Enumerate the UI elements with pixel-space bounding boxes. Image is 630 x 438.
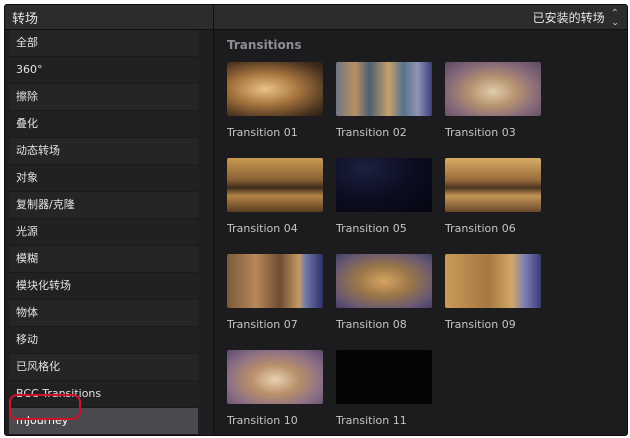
sidebar-item-replicator[interactable]: 复制器/克隆 bbox=[9, 192, 198, 219]
sidebar-item-all[interactable]: 全部 bbox=[9, 30, 198, 57]
up-down-chevron-icon[interactable]: ⌃ ⌃ bbox=[611, 9, 619, 27]
transition-label-11: Transition 11 bbox=[336, 414, 407, 427]
transition-label-04: Transition 04 bbox=[227, 222, 298, 235]
transition-thumb-11[interactable] bbox=[336, 350, 432, 404]
transition-thumb-04[interactable] bbox=[227, 158, 323, 212]
sidebar-header: 转场 bbox=[5, 5, 214, 29]
highlight-annotation bbox=[9, 394, 81, 420]
transition-label-07: Transition 07 bbox=[227, 318, 298, 331]
transition-label-02: Transition 02 bbox=[336, 126, 407, 139]
transition-thumb-01[interactable] bbox=[227, 62, 323, 116]
filter-popup[interactable]: 已安装的转场 ⌃ ⌃ bbox=[214, 5, 627, 29]
transition-label-09: Transition 09 bbox=[445, 318, 516, 331]
sidebar-item-movements[interactable]: 移动 bbox=[9, 327, 198, 354]
transition-thumb-08[interactable] bbox=[336, 254, 432, 308]
sidebar-item-dissolve[interactable]: 叠化 bbox=[9, 111, 198, 138]
transition-thumb-10[interactable] bbox=[227, 350, 323, 404]
transitions-browser: 转场 已安装的转场 ⌃ ⌃ 全部 360° 擦除 叠化 动态转场 对象 复制器/克… bbox=[4, 4, 628, 436]
transition-label-06: Transition 06 bbox=[445, 222, 516, 235]
sidebar-item-lights[interactable]: 光源 bbox=[9, 219, 198, 246]
sidebar-item-blur[interactable]: 模糊 bbox=[9, 246, 198, 273]
transition-thumb-03[interactable] bbox=[445, 62, 541, 116]
transition-label-05: Transition 05 bbox=[336, 222, 407, 235]
transition-thumb-05[interactable] bbox=[336, 158, 432, 212]
transitions-grid: Transitions Transition 01 Transition 02 … bbox=[214, 30, 627, 435]
sidebar-item-objects[interactable]: 对象 bbox=[9, 165, 198, 192]
browser-header: 转场 已安装的转场 ⌃ ⌃ bbox=[5, 5, 627, 30]
installed-transitions-label[interactable]: 已安装的转场 bbox=[533, 9, 605, 26]
transition-thumb-09[interactable] bbox=[445, 254, 541, 308]
section-title: Transitions bbox=[227, 38, 302, 52]
category-sidebar: 全部 360° 擦除 叠化 动态转场 对象 复制器/克隆 光源 模糊 模块化转场… bbox=[5, 30, 214, 435]
transition-thumb-07[interactable] bbox=[227, 254, 323, 308]
sidebar-item-wipe[interactable]: 擦除 bbox=[9, 84, 198, 111]
transition-thumb-06[interactable] bbox=[445, 158, 541, 212]
transition-thumb-02[interactable] bbox=[336, 62, 432, 116]
transition-label-01: Transition 01 bbox=[227, 126, 298, 139]
browser-title: 转场 bbox=[12, 11, 39, 27]
sidebar-item-stylized[interactable]: 已风格化 bbox=[9, 354, 198, 381]
transition-label-10: Transition 10 bbox=[227, 414, 298, 427]
sidebar-item-dynamic[interactable]: 动态转场 bbox=[9, 138, 198, 165]
sidebar-item-object[interactable]: 物体 bbox=[9, 300, 198, 327]
sidebar-item-modular[interactable]: 模块化转场 bbox=[9, 273, 198, 300]
sidebar-item-360[interactable]: 360° bbox=[9, 57, 198, 84]
transition-label-08: Transition 08 bbox=[336, 318, 407, 331]
transition-label-03: Transition 03 bbox=[445, 126, 516, 139]
